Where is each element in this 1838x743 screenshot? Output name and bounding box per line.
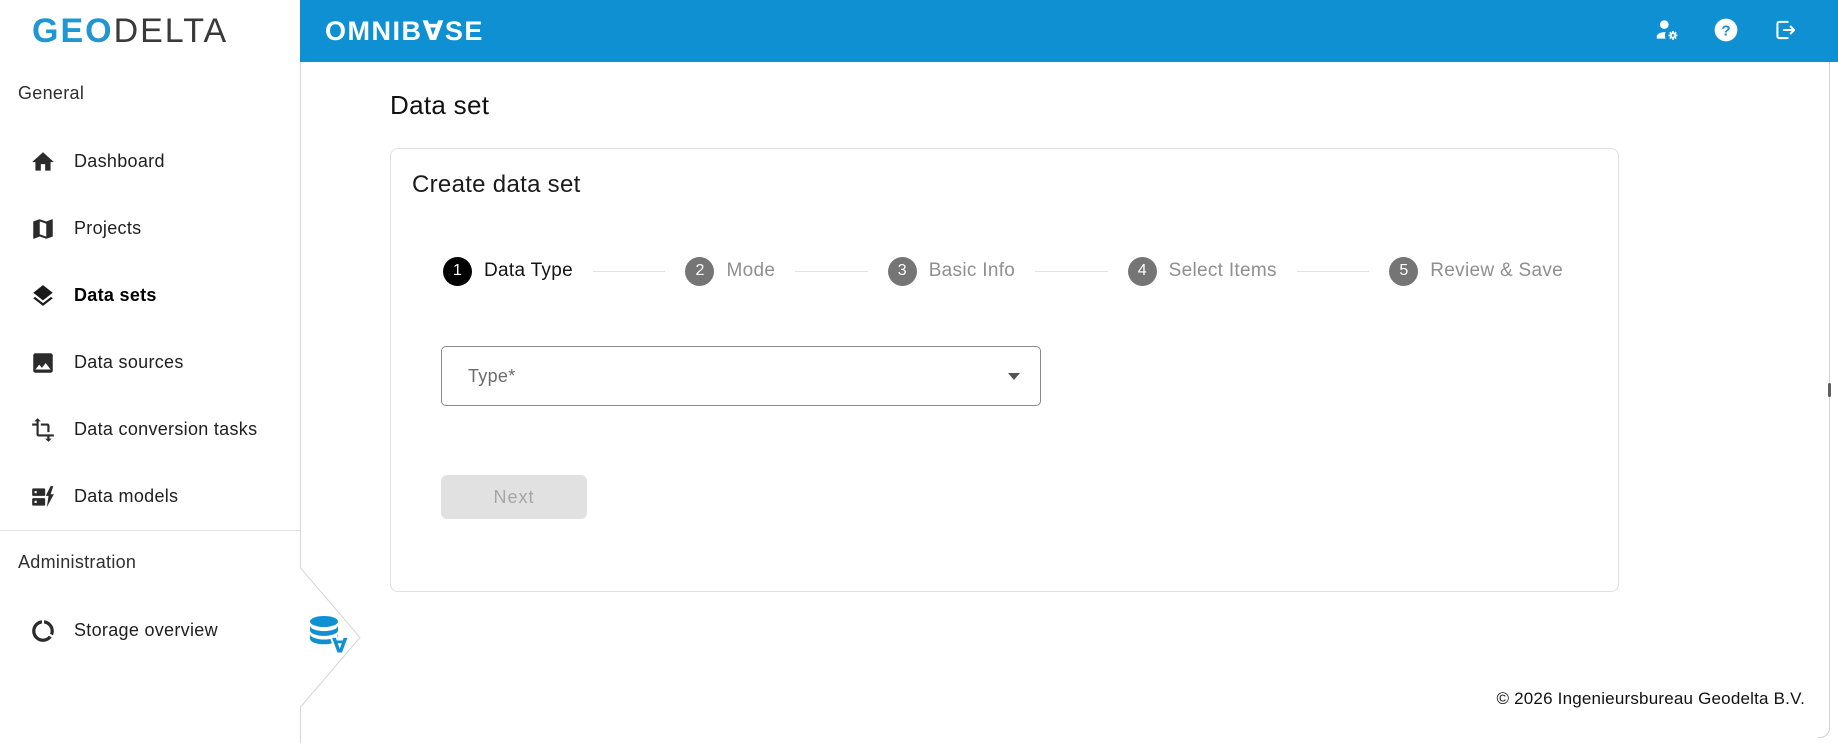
stepper: 1 Data Type 2 Mode 3 Basic Info 4 Select…	[443, 256, 1563, 286]
sidebar-item-label: Data sources	[74, 352, 184, 372]
page-title: Data set	[390, 90, 490, 120]
step-label: Select Items	[1168, 260, 1277, 281]
image-icon	[30, 350, 56, 376]
sidebar-nav-general: Dashboard Projects Data sets Data source…	[0, 128, 300, 530]
help-icon: ?	[1713, 17, 1739, 46]
omnibase-logo-post: SE	[444, 15, 484, 46]
sidebar-item-data-sources[interactable]: Data sources	[0, 329, 300, 396]
sidebar-item-storage-overview[interactable]: Storage overview	[0, 597, 300, 664]
header-actions: ?	[1654, 18, 1798, 44]
data-usage-icon	[30, 618, 56, 644]
sidebar-item-data-conversion-tasks[interactable]: Data conversion tasks	[0, 396, 300, 463]
omnibase-database-logo: ∀	[305, 613, 350, 660]
top-app-bar: OMNIB∀SE ?	[300, 0, 1838, 62]
main-content: Data set Create data set 1 Data Type 2 M…	[300, 62, 1838, 743]
header: GEO DELTA OMNIB∀SE ?	[0, 0, 1838, 62]
sidebar-section-general: General	[18, 83, 85, 103]
omnibase-logo-pre: OMNIB	[325, 15, 423, 46]
step-connector	[1035, 270, 1108, 272]
sidebar-nav-administration: Storage overview	[0, 597, 300, 664]
geodelta-logo-geo: GEO	[32, 11, 114, 50]
step-number: 2	[685, 256, 715, 286]
step-label: Review & Save	[1430, 260, 1564, 281]
sidebar-item-label: Projects	[74, 218, 142, 238]
omnibase-inverted-a: ∀	[422, 15, 445, 47]
next-button[interactable]: Next	[441, 475, 587, 519]
svg-text:∀: ∀	[332, 634, 348, 658]
scrollbar-track	[1818, 62, 1830, 738]
step-number: 5	[1389, 256, 1419, 286]
map-icon	[30, 216, 56, 242]
step-label: Data Type	[484, 260, 573, 281]
step-connector	[795, 270, 868, 272]
sidebar-item-label: Data sets	[74, 285, 157, 305]
logout-icon	[1772, 17, 1798, 46]
step-number: 4	[1127, 256, 1157, 286]
step-connector	[592, 270, 666, 272]
card-title: Create data set	[412, 171, 581, 198]
step-data-type[interactable]: 1 Data Type	[443, 256, 573, 286]
type-select-label: Type*	[468, 365, 516, 386]
step-mode[interactable]: 2 Mode	[685, 256, 776, 286]
sidebar-item-label: Dashboard	[74, 151, 165, 171]
transform-icon	[30, 417, 56, 443]
help-button[interactable]: ?	[1713, 18, 1739, 44]
sidebar-divider	[0, 530, 300, 531]
step-number: 1	[443, 256, 472, 286]
sidebar-item-data-models[interactable]: Data models	[0, 463, 300, 530]
layers-icon	[30, 283, 56, 309]
svg-text:?: ?	[1721, 22, 1730, 39]
step-label: Mode	[726, 260, 776, 281]
sidebar-item-label: Data models	[74, 486, 179, 506]
chevron-down-icon	[1008, 372, 1020, 380]
geodelta-logo: GEO DELTA	[0, 0, 300, 62]
sidebar-item-projects[interactable]: Projects	[0, 195, 300, 262]
sidebar-item-label: Data conversion tasks	[74, 419, 258, 439]
sidebar-item-dashboard[interactable]: Dashboard	[0, 128, 300, 195]
sidebar-item-label: Storage overview	[74, 620, 218, 640]
sidebar-item-data-sets[interactable]: Data sets	[0, 262, 300, 329]
create-data-set-card: Create data set 1 Data Type 2 Mode 3 Bas…	[390, 148, 1619, 592]
step-select-items[interactable]: 4 Select Items	[1127, 256, 1277, 286]
copyright-text: © 2026 Ingenieursbureau Geodelta B.V.	[1496, 689, 1805, 708]
step-review-save[interactable]: 5 Review & Save	[1389, 256, 1564, 286]
step-basic-info[interactable]: 3 Basic Info	[887, 256, 1016, 286]
geodelta-logo-delta: DELTA	[113, 11, 229, 50]
sidebar-section-administration: Administration	[18, 552, 137, 572]
dynamic-form-icon	[30, 484, 56, 510]
step-connector	[1296, 270, 1370, 272]
omnibase-logo: OMNIB∀SE	[325, 16, 484, 47]
logout-button[interactable]	[1772, 18, 1798, 44]
scrollbar-thumb[interactable]	[1828, 383, 1831, 397]
step-label: Basic Info	[928, 260, 1016, 281]
manage-accounts-button[interactable]	[1654, 18, 1680, 44]
type-select[interactable]: Type*	[441, 346, 1041, 406]
manage-accounts-icon	[1654, 17, 1680, 46]
sidebar: General Dashboard Projects Data sets Dat…	[0, 62, 300, 743]
home-icon	[30, 149, 56, 175]
step-number: 3	[887, 256, 917, 286]
